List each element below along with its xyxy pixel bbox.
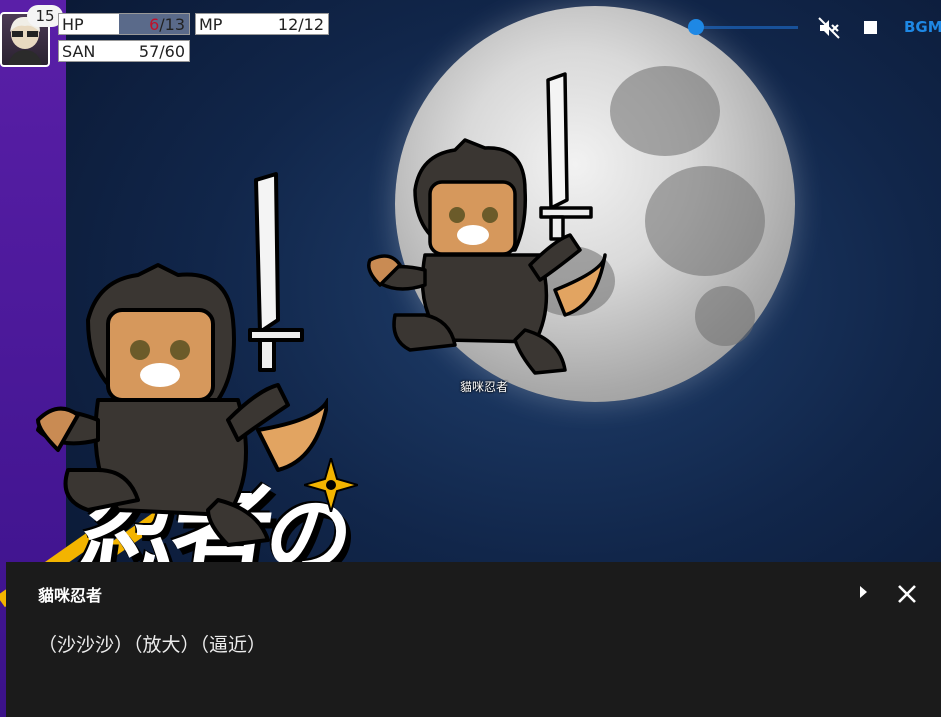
bgm-toggle[interactable]: BGM xyxy=(904,18,941,36)
speaker-name: 貓咪忍者 xyxy=(38,586,103,605)
play-icon[interactable] xyxy=(860,586,867,598)
dialog-text: （沙沙沙）（放大）（逼近） xyxy=(38,634,267,656)
mp-label: MP xyxy=(199,15,223,34)
ninja-cat-front xyxy=(36,172,328,547)
stop-icon[interactable] xyxy=(864,21,877,34)
hp-max: /13 xyxy=(159,15,185,34)
ninja-cat-back xyxy=(367,72,607,375)
mute-icon[interactable] xyxy=(817,16,841,40)
san-label: SAN xyxy=(62,42,96,61)
hp-value: 6/13 xyxy=(149,14,185,34)
volume-slider[interactable] xyxy=(696,26,798,29)
hp-label: HP xyxy=(62,15,84,34)
mp-value: 12/12 xyxy=(277,15,324,34)
enemy-name-label: 貓咪忍者 xyxy=(460,380,509,394)
san-bar: SAN 57/60 xyxy=(58,40,190,62)
volume-slider-handle[interactable] xyxy=(688,19,704,35)
hp-current: 6 xyxy=(149,15,160,34)
dialog-box[interactable]: 貓咪忍者 （沙沙沙）（放大）（逼近） xyxy=(6,562,941,717)
hp-bar: HP 6/13 xyxy=(58,13,190,35)
san-value: 57/60 xyxy=(138,42,185,61)
mp-bar: MP 12/12 xyxy=(195,13,329,35)
close-icon[interactable] xyxy=(895,582,919,606)
